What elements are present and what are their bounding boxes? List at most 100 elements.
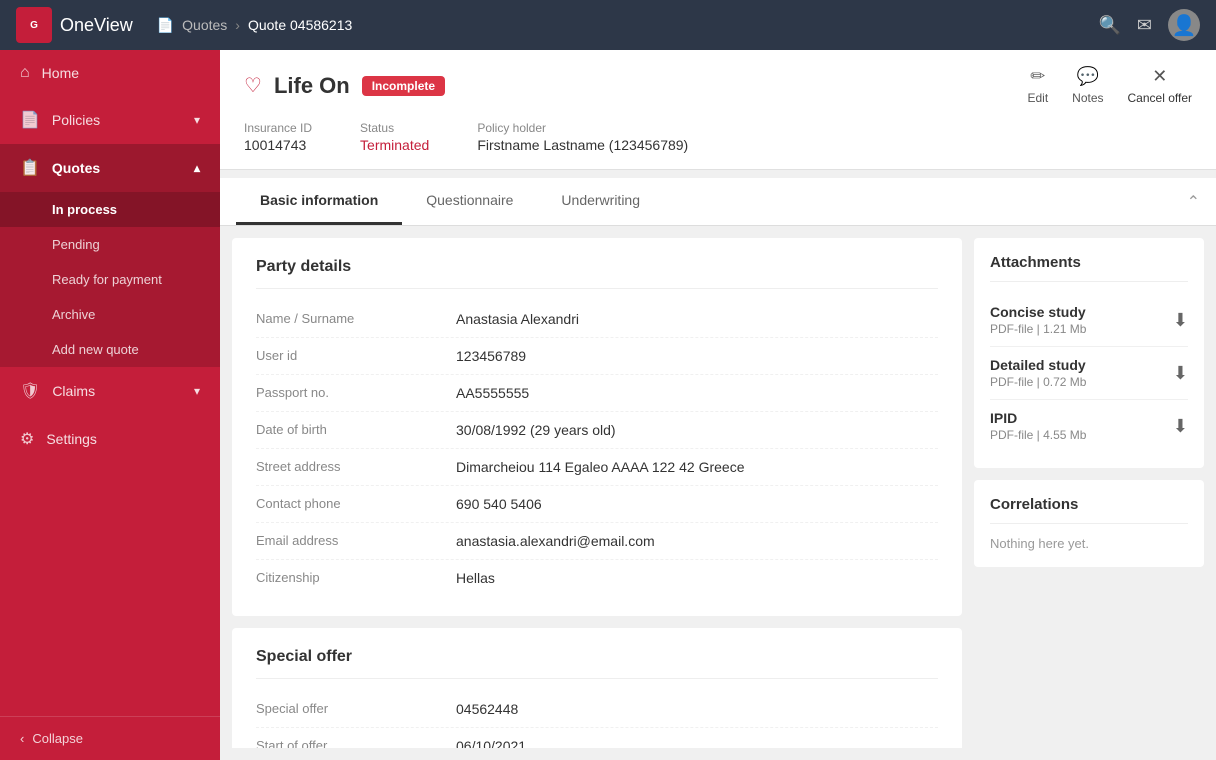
breadcrumb-parent[interactable]: Quotes [182, 17, 227, 33]
claims-chevron-down-icon: ▾ [194, 384, 200, 398]
field-value: Dimarcheiou 114 Egaleo AAAA 122 42 Greec… [456, 459, 744, 475]
insurance-id-field: Insurance ID 10014743 [244, 121, 312, 153]
party-details-title: Party details [256, 258, 938, 289]
tab-underwriting[interactable]: Underwriting [537, 178, 664, 225]
sidebar-sub-item-ready-for-payment[interactable]: Ready for payment [0, 262, 220, 297]
tabs-collapse-icon[interactable]: ⌃ [1187, 192, 1200, 212]
sidebar-item-settings-label: Settings [46, 431, 97, 447]
collapse-arrow-icon: ‹ [20, 731, 24, 746]
sidebar-sub-item-in-process[interactable]: In process [0, 192, 220, 227]
field-value: Anastasia Alexandri [456, 311, 579, 327]
field-value: anastasia.alexandri@email.com [456, 533, 655, 549]
sidebar-sub-item-pending[interactable]: Pending [0, 227, 220, 262]
header-actions: ✏ Edit 💬 Notes ✕ Cancel offer [1027, 66, 1192, 105]
logo[interactable]: G OneView [16, 7, 133, 43]
tab-questionnaire[interactable]: Questionnaire [402, 178, 537, 225]
quotes-icon: 📋 [20, 158, 40, 178]
table-row: Passport no.AA5555555 [256, 375, 938, 412]
table-row: Email addressanastasia.alexandri@email.c… [256, 523, 938, 560]
collapse-label: Collapse [32, 731, 83, 746]
table-row: Date of birth30/08/1992 (29 years old) [256, 412, 938, 449]
main-layout: ⌂ Home 📄 Policies ▾ 📋 Quotes ▴ In proces… [0, 50, 1216, 760]
edit-button[interactable]: ✏ Edit [1027, 66, 1048, 105]
attachment-info: Concise study PDF-file | 1.21 Mb [990, 304, 1086, 336]
home-icon: ⌂ [20, 64, 30, 82]
tab-basic-information[interactable]: Basic information [236, 178, 402, 225]
attachments-title: Attachments [990, 254, 1188, 282]
edit-icon: ✏ [1030, 66, 1045, 87]
heart-icon: ♡ [244, 73, 262, 98]
sidebar-item-settings[interactable]: ⚙ Settings [0, 415, 220, 463]
avatar[interactable]: 👤 [1168, 9, 1200, 41]
field-label: Name / Surname [256, 311, 456, 327]
in-process-label: In process [52, 202, 117, 217]
field-value: 06/10/2021 [456, 738, 526, 748]
party-details-card: Party details Name / SurnameAnastasia Al… [232, 238, 962, 616]
attachments-card: Attachments Concise study PDF-file | 1.2… [974, 238, 1204, 468]
sidebar-item-home[interactable]: ⌂ Home [0, 50, 220, 96]
special-offer-card: Special offer Special offer04562448Start… [232, 628, 962, 748]
attachment-info: Detailed study PDF-file | 0.72 Mb [990, 357, 1086, 389]
tab-questionnaire-label: Questionnaire [426, 192, 513, 208]
attachment-item: IPID PDF-file | 4.55 Mb ⬇ [990, 400, 1188, 452]
field-label: Citizenship [256, 570, 456, 586]
field-value: Hellas [456, 570, 495, 586]
attachment-meta: PDF-file | 1.21 Mb [990, 322, 1086, 336]
tabs-bar: Basic information Questionnaire Underwri… [220, 178, 1216, 226]
search-icon[interactable]: 🔍 [1098, 15, 1120, 36]
breadcrumb-icon: 📄 [157, 17, 174, 34]
table-row: Start of offer06/10/2021 [256, 728, 938, 748]
archive-label: Archive [52, 307, 95, 322]
header-left: ♡ Life On Incomplete [244, 73, 445, 99]
attachment-name: Concise study [990, 304, 1086, 320]
sidebar-item-claims[interactable]: 🛡 Claims ▾ [0, 367, 220, 415]
table-row: Contact phone690 540 5406 [256, 486, 938, 523]
download-icon[interactable]: ⬇ [1173, 416, 1188, 437]
content-meta: Insurance ID 10014743 Status Terminated … [244, 121, 1192, 153]
table-row: User id123456789 [256, 338, 938, 375]
attachment-meta: PDF-file | 4.55 Mb [990, 428, 1086, 442]
breadcrumb-separator: › [235, 17, 240, 33]
content-body: Party details Name / SurnameAnastasia Al… [220, 226, 1216, 760]
insurance-id-label: Insurance ID [244, 121, 312, 135]
notes-label: Notes [1072, 91, 1103, 105]
mail-icon[interactable]: ✉ [1137, 15, 1152, 36]
sidebar-item-quotes[interactable]: 📋 Quotes ▴ [0, 144, 220, 192]
product-name: Life On [274, 73, 350, 99]
sidebar-item-policies-label: Policies [52, 112, 100, 128]
claims-icon: 🛡 [20, 381, 40, 401]
field-label: Date of birth [256, 422, 456, 438]
sidebar-item-policies[interactable]: 📄 Policies ▾ [0, 96, 220, 144]
edit-label: Edit [1027, 91, 1048, 105]
correlations-empty: Nothing here yet. [990, 536, 1188, 551]
notes-button[interactable]: 💬 Notes [1072, 66, 1103, 105]
top-navigation: G OneView 📄 Quotes › Quote 04586213 🔍 ✉ … [0, 0, 1216, 50]
special-offer-fields: Special offer04562448Start of offer06/10… [256, 691, 938, 748]
attachment-meta: PDF-file | 0.72 Mb [990, 375, 1086, 389]
field-value: AA5555555 [456, 385, 529, 401]
sidebar-sub-item-archive[interactable]: Archive [0, 297, 220, 332]
content-header: ♡ Life On Incomplete ✏ Edit 💬 Notes ✕ [220, 50, 1216, 170]
cancel-offer-button[interactable]: ✕ Cancel offer [1128, 66, 1192, 105]
field-label: Contact phone [256, 496, 456, 512]
tab-underwriting-label: Underwriting [561, 192, 640, 208]
chevron-down-icon: ▾ [194, 113, 200, 127]
add-new-quote-label: Add new quote [52, 342, 139, 357]
sidebar-sub-item-add-new-quote[interactable]: Add new quote [0, 332, 220, 367]
attachment-info: IPID PDF-file | 4.55 Mb [990, 410, 1086, 442]
topnav-actions: 🔍 ✉ 👤 [1098, 9, 1200, 41]
status-value: Terminated [360, 137, 429, 153]
collapse-button[interactable]: ‹ Collapse [0, 716, 220, 760]
content-header-top: ♡ Life On Incomplete ✏ Edit 💬 Notes ✕ [244, 66, 1192, 105]
field-label: Start of offer [256, 738, 456, 748]
sidebar-item-claims-label: Claims [52, 383, 95, 399]
ready-for-payment-label: Ready for payment [52, 272, 162, 287]
attachment-name: Detailed study [990, 357, 1086, 373]
attachment-item: Detailed study PDF-file | 0.72 Mb ⬇ [990, 347, 1188, 400]
sidebar-item-home-label: Home [42, 65, 79, 81]
content-area: ♡ Life On Incomplete ✏ Edit 💬 Notes ✕ [220, 50, 1216, 760]
generali-logo-icon: G [16, 7, 52, 43]
download-icon[interactable]: ⬇ [1173, 310, 1188, 331]
download-icon[interactable]: ⬇ [1173, 363, 1188, 384]
field-label: Passport no. [256, 385, 456, 401]
